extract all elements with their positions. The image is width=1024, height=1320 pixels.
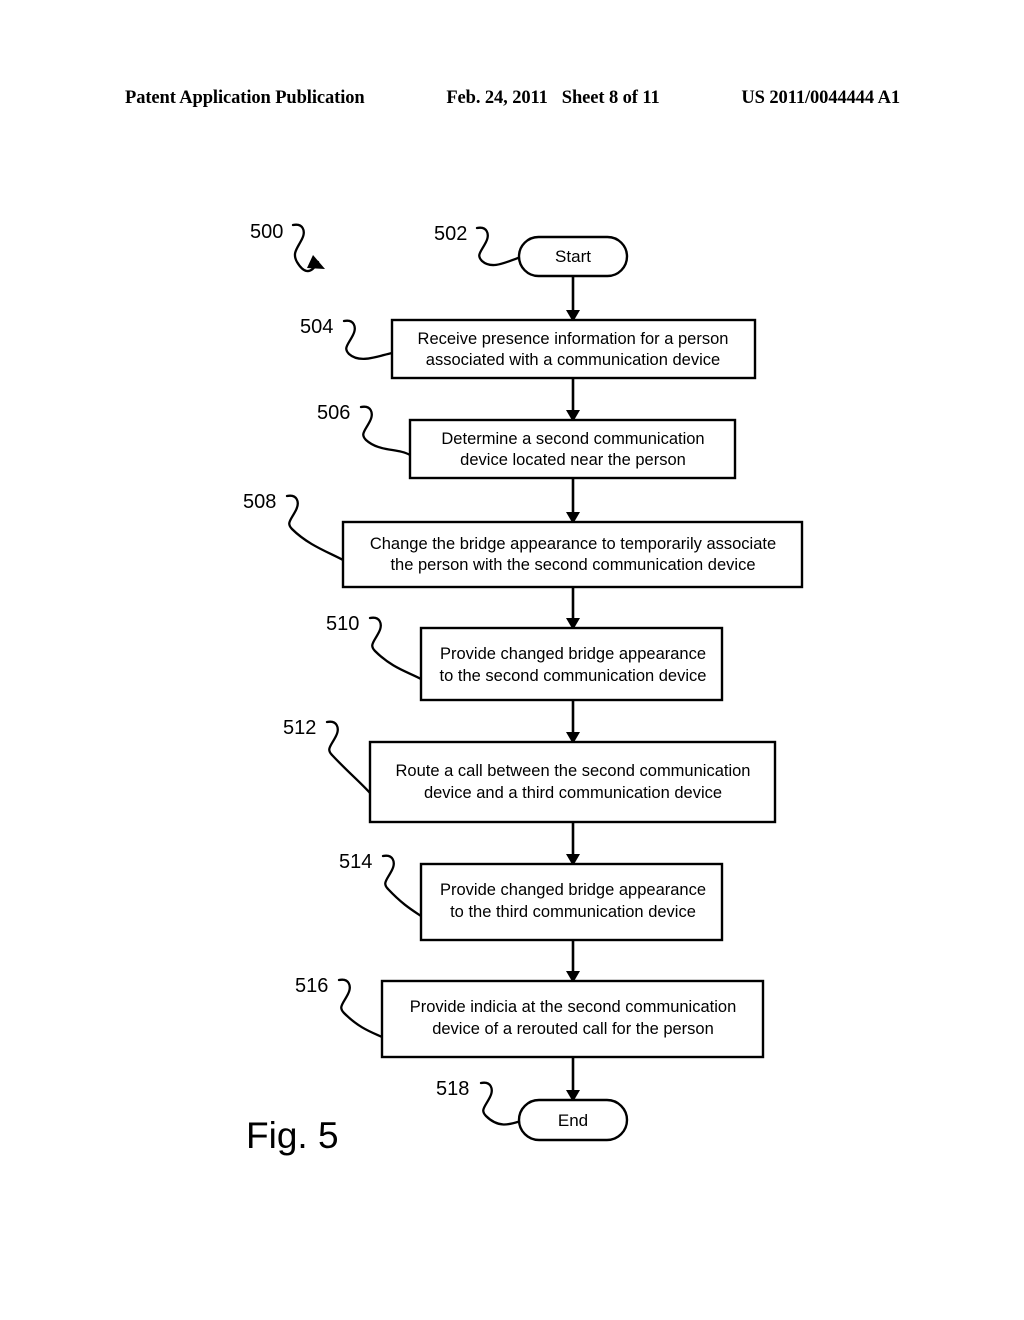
process-box-506: [408, 418, 737, 480]
leader-line-518: [479, 1081, 523, 1126]
process-box-516-line1: Provide indicia at the second communicat…: [410, 998, 737, 1016]
leader-line-510: [368, 616, 423, 681]
process-box-506-line1: Determine a second communication: [441, 430, 704, 448]
figure-caption: Fig. 5: [246, 1115, 339, 1156]
process-box-508: [341, 520, 804, 589]
ref-number-508: 508: [243, 491, 276, 513]
process-box-516: [380, 979, 765, 1059]
ref-number-512: 512: [283, 717, 316, 739]
ref-number-510: 510: [326, 613, 359, 635]
leader-line-514: [381, 854, 423, 918]
process-box-504-line2: associated with a communication device: [426, 351, 720, 369]
leader-line-508: [285, 494, 345, 562]
process-box-510-line2: to the second communication device: [440, 667, 707, 685]
leader-line-504: [342, 319, 394, 361]
ref-number-506: 506: [317, 402, 350, 424]
process-box-508-line2: the person with the second communication…: [390, 556, 755, 574]
terminal-start-label: Start: [555, 247, 591, 266]
ref-number-518: 518: [436, 1078, 469, 1100]
terminal-end-label: End: [558, 1111, 588, 1130]
ref-number-504: 504: [300, 316, 333, 338]
leader-line-506: [359, 405, 412, 457]
patent-page: Patent Application Publication Feb. 24, …: [0, 0, 1024, 1320]
leader-line-516: [337, 978, 384, 1039]
process-box-512-line2: device and a third communication device: [424, 784, 722, 802]
leader-line-512: [325, 720, 372, 795]
leader-arrowhead-500: [307, 255, 325, 269]
leader-line-502: [475, 226, 523, 267]
ref-number-514: 514: [339, 851, 372, 873]
process-box-508-line1: Change the bridge appearance to temporar…: [370, 535, 776, 553]
ref-number-502: 502: [434, 223, 467, 245]
process-box-506-line2: device located near the person: [460, 451, 686, 469]
process-box-504: [390, 318, 757, 380]
ref-number-516: 516: [295, 975, 328, 997]
process-box-514: [419, 862, 724, 942]
process-box-514-line1: Provide changed bridge appearance: [440, 881, 706, 899]
process-box-504-line1: Receive presence information for a perso…: [418, 330, 729, 348]
process-box-510-line1: Provide changed bridge appearance: [440, 645, 706, 663]
process-box-512-line1: Route a call between the second communic…: [396, 762, 751, 780]
process-box-516-line2: device of a rerouted call for the person: [432, 1020, 714, 1038]
ref-number-500: 500: [250, 221, 283, 243]
process-box-510: [419, 626, 724, 702]
figure-5-flowchart: 500 502 Start 504 Receive presence infor…: [243, 221, 804, 1156]
process-box-514-line2: to the third communication device: [450, 903, 696, 921]
process-box-512: [368, 740, 777, 824]
